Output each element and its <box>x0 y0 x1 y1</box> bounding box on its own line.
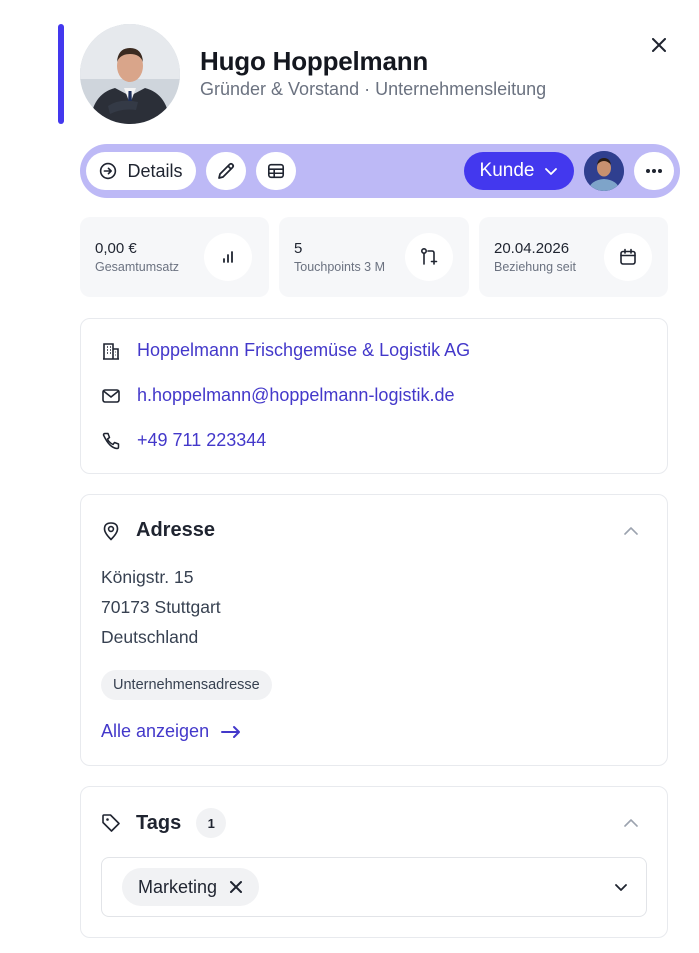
contact-role: Gründer & Vorstand · Unternehmensleitung <box>200 79 547 99</box>
arrow-right-icon <box>221 725 241 738</box>
table-icon <box>267 163 285 179</box>
remove-tag-icon[interactable] <box>229 880 243 894</box>
stat-value: 0,00 € <box>95 240 137 257</box>
status-dropdown-button[interactable]: Kunde <box>464 152 574 190</box>
git-pull-request-icon <box>405 233 453 281</box>
details-button[interactable]: Details <box>86 152 196 190</box>
company-name: Hoppelmann Frischgemüse & Logistik AG <box>137 340 471 360</box>
phone-number: +49 711 223344 <box>137 430 267 450</box>
email-link[interactable]: h.hoppelmann@hoppelmann-logistik.de <box>101 385 454 406</box>
stat-label: Touchpoints 3 M <box>294 260 386 274</box>
stat-value: 20.04.2026 <box>494 240 570 257</box>
edit-button[interactable] <box>206 152 246 190</box>
tag-label: Marketing <box>138 876 218 897</box>
accent-bar <box>58 24 64 124</box>
company-link[interactable]: Hoppelmann Frischgemüse & Logistik AG <box>101 340 470 361</box>
phone-icon <box>101 431 121 451</box>
map-pin-icon <box>103 521 119 540</box>
stat-label: Beziehung seit <box>494 260 577 274</box>
building-icon <box>101 341 121 361</box>
address-country: Deutschland <box>101 627 199 647</box>
address-type-badge: Unternehmensadresse <box>101 670 272 700</box>
tags-select[interactable]: Marketing <box>101 857 647 917</box>
tag-icon <box>102 814 120 832</box>
close-icon <box>652 38 666 52</box>
stat-relationship-since: 20.04.2026 Beziehung seit <box>479 217 668 297</box>
owner-avatar[interactable] <box>584 151 624 191</box>
address-city: 70173 Stuttgart <box>101 597 221 617</box>
contact-avatar <box>80 24 180 124</box>
stat-value: 5 <box>294 240 303 257</box>
more-horizontal-icon <box>646 169 662 173</box>
address-card: Adresse Königstr. 15 70173 Stuttgart Deu… <box>80 494 668 766</box>
address-street: Königstr. 15 <box>101 567 194 587</box>
stat-label: Gesamtumsatz <box>95 260 180 274</box>
action-toolbar: Details Kunde <box>80 144 680 198</box>
email-address: h.hoppelmann@hoppelmann-logistik.de <box>137 385 455 405</box>
stat-touchpoints: 5 Touchpoints 3 M <box>279 217 469 297</box>
details-label: Details <box>127 160 183 181</box>
stat-revenue: 0,00 € Gesamtumsatz <box>80 217 269 297</box>
contact-name: Hugo Hoppelmann <box>200 46 429 76</box>
tags-count-badge: 1 <box>196 808 227 838</box>
table-view-button[interactable] <box>256 152 296 190</box>
address-title: Adresse <box>136 519 215 541</box>
calendar-icon <box>604 233 652 281</box>
tag-chip: Marketing <box>122 868 260 906</box>
status-label: Kunde <box>479 160 535 181</box>
chevron-up-icon[interactable] <box>621 521 641 541</box>
more-options-button[interactable] <box>634 152 674 190</box>
chevron-up-icon[interactable] <box>621 813 641 833</box>
address-header[interactable]: Adresse <box>101 519 215 542</box>
arrow-circle-right-icon <box>100 162 117 180</box>
chevron-down-icon <box>545 168 558 175</box>
bar-chart-icon <box>204 233 252 281</box>
show-all-addresses-link[interactable]: Alle anzeigen <box>101 721 241 742</box>
chevron-down-icon <box>615 884 627 891</box>
tags-header[interactable]: Tags 1 <box>101 808 227 838</box>
tags-title: Tags <box>136 811 182 834</box>
tags-card: Tags 1 Marketing <box>80 786 668 938</box>
contact-info-card: Hoppelmann Frischgemüse & Logistik AG h.… <box>80 318 668 474</box>
phone-link[interactable]: +49 711 223344 <box>101 430 266 451</box>
pencil-icon <box>218 162 235 179</box>
mail-icon <box>101 386 121 406</box>
close-button[interactable] <box>646 32 672 58</box>
show-all-label: Alle anzeigen <box>101 721 210 741</box>
